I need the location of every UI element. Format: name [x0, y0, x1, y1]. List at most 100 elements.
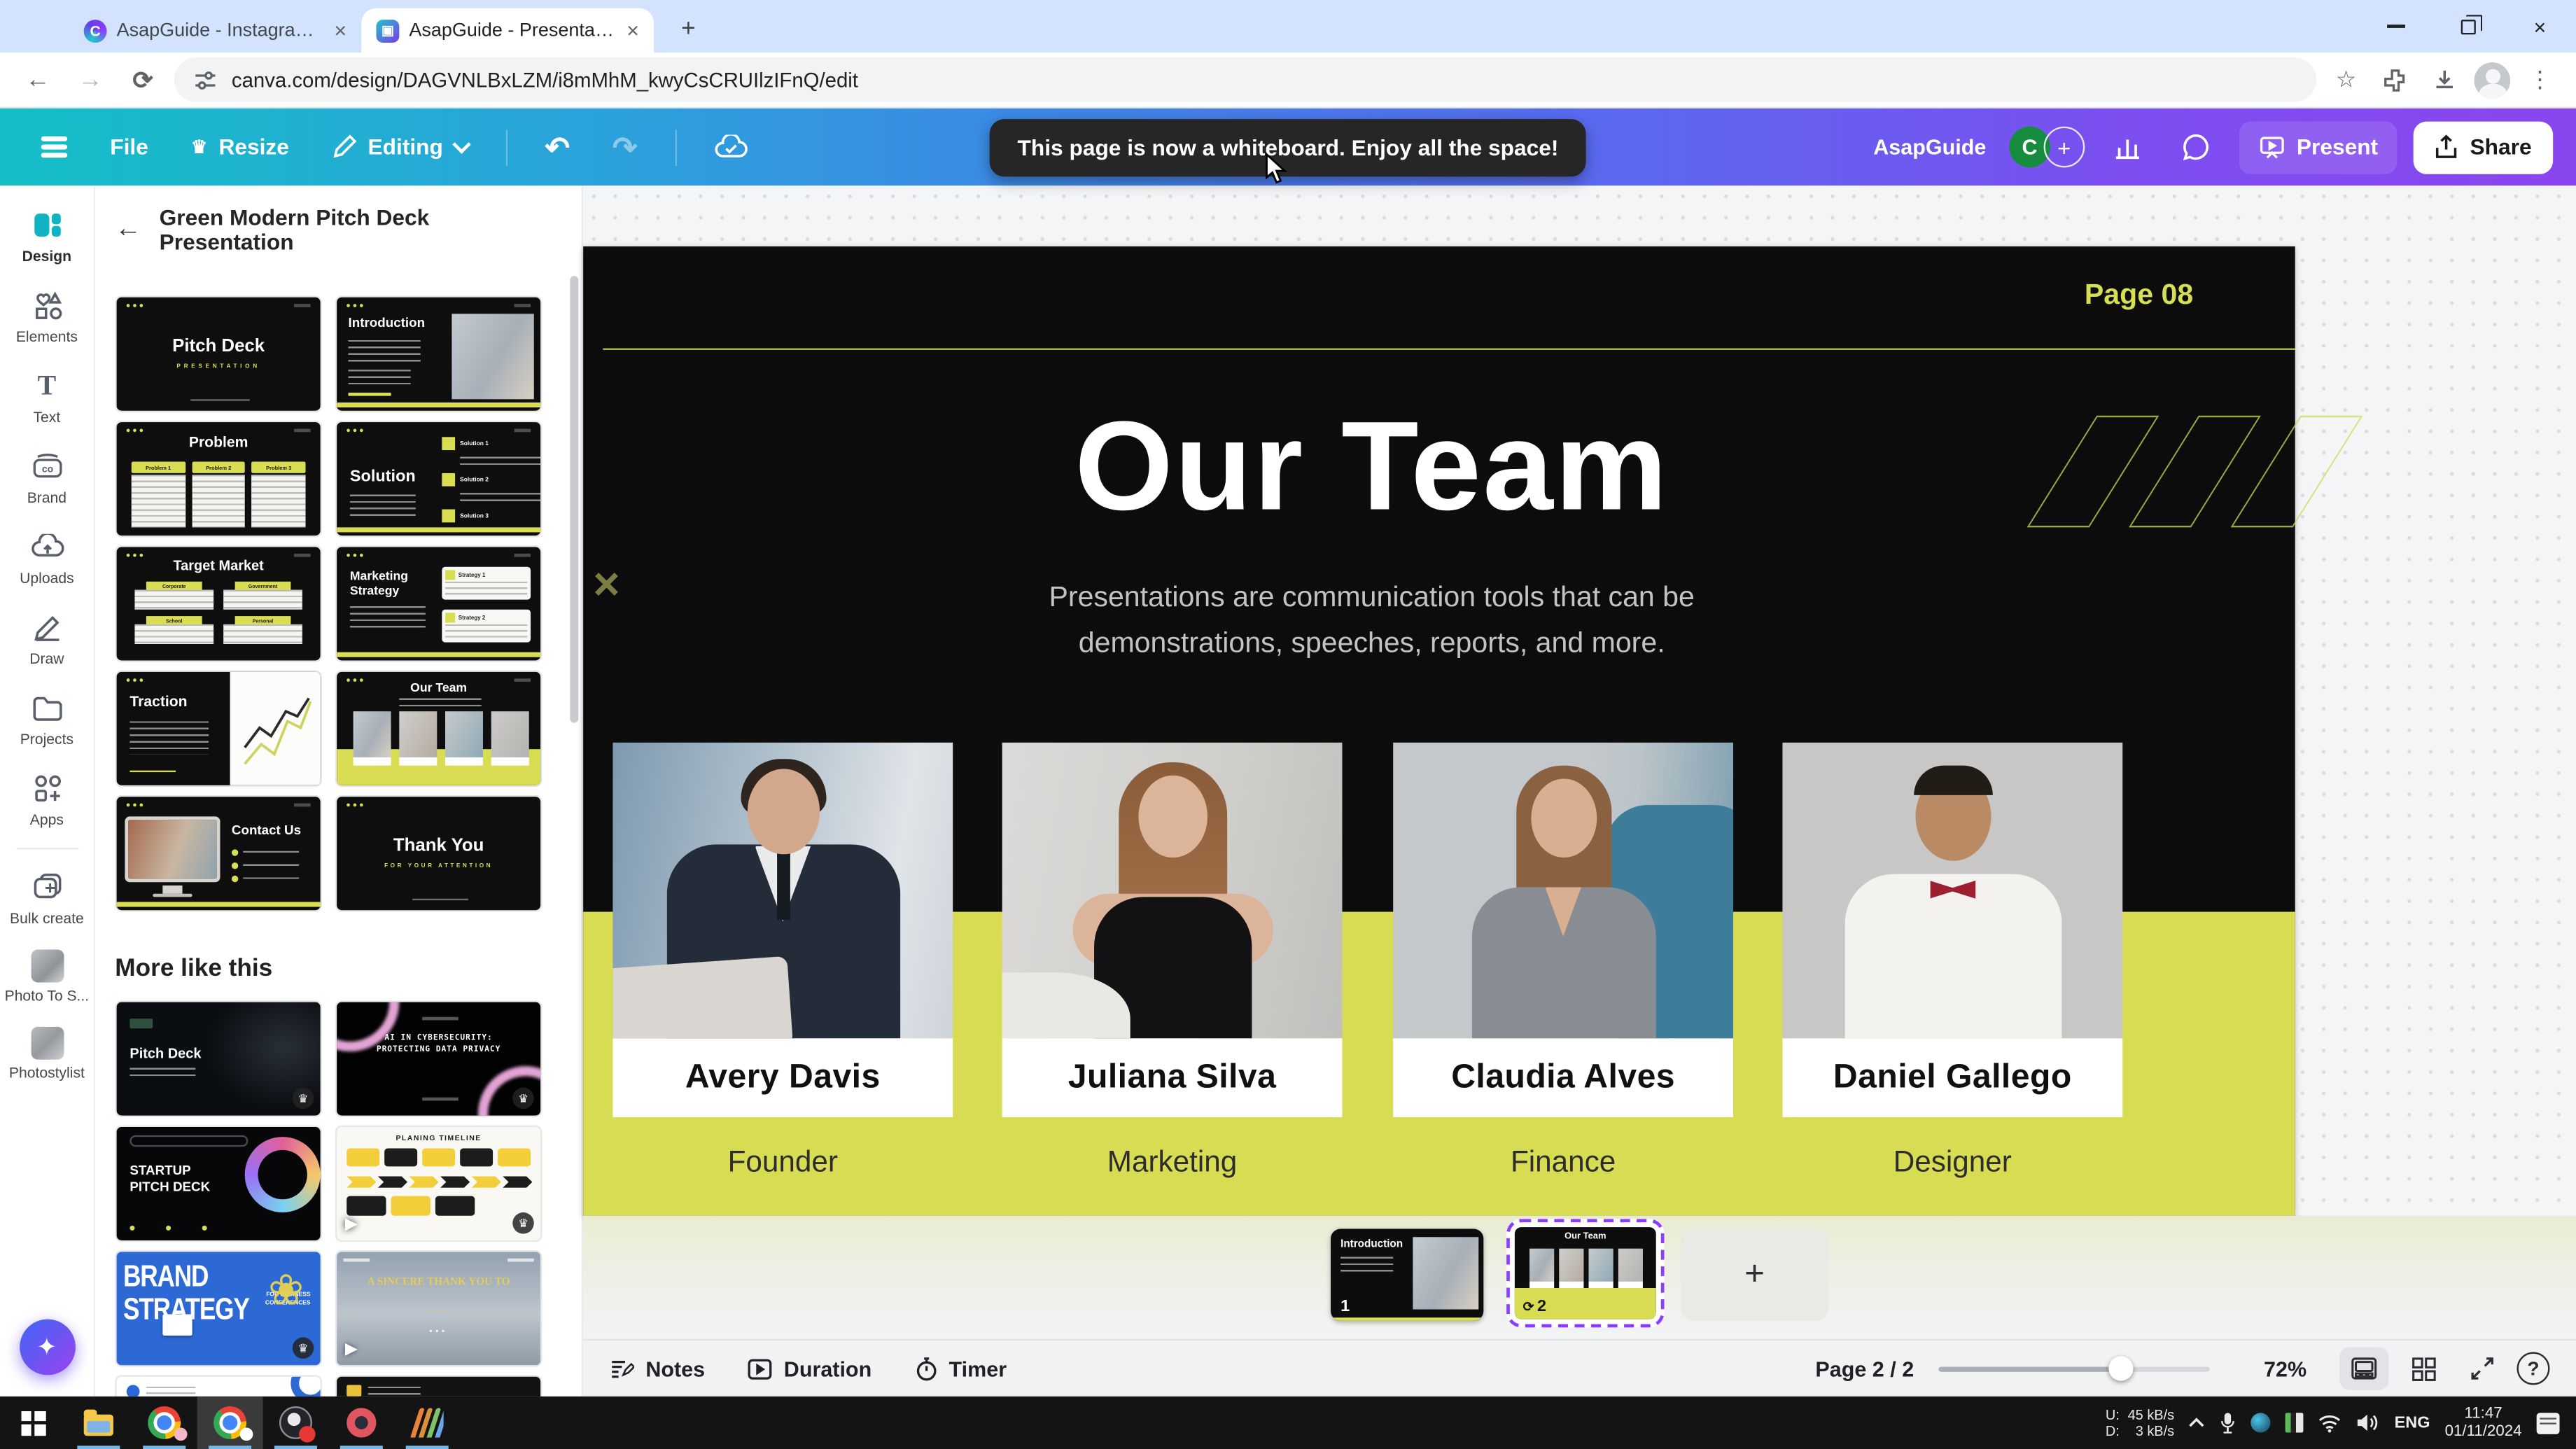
restore-button[interactable]	[2431, 0, 2503, 52]
sidebar-item-elements[interactable]: Elements	[1, 276, 92, 356]
member-role[interactable]: Designer	[1782, 1145, 2122, 1180]
team-card-claudia[interactable]: Claudia Alves	[1393, 743, 1733, 1117]
sidebar-item-photostylist[interactable]: Photostylist	[1, 1015, 92, 1092]
fullscreen-button[interactable]	[2458, 1347, 2507, 1390]
timer-button[interactable]: Timer	[914, 1356, 1007, 1380]
template-thumb-our-team[interactable]: Our Team	[335, 671, 542, 788]
member-role[interactable]: Finance	[1393, 1145, 1733, 1180]
member-role[interactable]: Founder	[612, 1145, 953, 1180]
panel-scrollbar[interactable]	[570, 276, 578, 722]
main-menu-icon[interactable]	[23, 121, 85, 174]
address-bar[interactable]: canva.com/design/DAGVNLBxLZM/i8mMhM_kwyC…	[174, 57, 2316, 102]
magic-assistant-button[interactable]: ✦	[19, 1320, 75, 1376]
add-page-button[interactable]: +	[1681, 1229, 1828, 1321]
team-card-daniel[interactable]: Daniel Gallego	[1782, 743, 2122, 1117]
tab-instagram-post[interactable]: C AsapGuide - Instagram Post - C ×	[69, 8, 362, 52]
wifi-icon[interactable]	[2319, 1414, 2342, 1432]
sidebar-item-bulk-create[interactable]: Bulk create	[1, 858, 92, 938]
browser-menu-icon[interactable]: ⋮	[2520, 60, 2559, 99]
slide-page-label[interactable]: Page 08	[2085, 278, 2193, 312]
taskbar-recorder[interactable]	[328, 1396, 394, 1449]
share-button[interactable]: Share	[2414, 121, 2553, 174]
taskbar-media-app[interactable]	[394, 1396, 460, 1449]
file-menu[interactable]: File	[92, 121, 166, 174]
more-thumb-ai-cybersecurity[interactable]: AI IN CYBERSECURITY: PROTECTING DATA PRI…	[335, 1000, 542, 1117]
page-thumb-1[interactable]: Introduction 1	[1331, 1229, 1483, 1321]
sidebar-item-brand[interactable]: co Brand	[1, 437, 92, 517]
sidebar-item-projects[interactable]: Projects	[1, 678, 92, 759]
minimize-button[interactable]	[2359, 0, 2431, 52]
template-thumb-partial[interactable]	[115, 1375, 322, 1396]
more-thumb-sincere-thank-you[interactable]: A SINCERE THANK YOU TO ~ ~ ~ ••• ▶	[335, 1250, 542, 1367]
template-thumb-thank-you[interactable]: Thank You For Your Attention	[335, 795, 542, 912]
more-thumb-startup-pitch-deck[interactable]: STARTUP PITCH DECK	[115, 1126, 322, 1242]
slide-canvas[interactable]: Page 08 × Our Team Presentations are com…	[583, 246, 2295, 1216]
sidebar-item-photo-to-sketch[interactable]: Photo To S...	[1, 938, 92, 1015]
zoom-slider-thumb[interactable]	[2108, 1356, 2132, 1380]
tab-close-icon[interactable]: ×	[334, 18, 346, 43]
profile-avatar[interactable]	[2474, 62, 2510, 98]
more-thumb-pitch-deck[interactable]: Pitch Deck ♛	[115, 1000, 322, 1117]
language-indicator[interactable]: ENG	[2395, 1414, 2430, 1432]
template-thumb-introduction[interactable]: Introduction	[335, 295, 542, 412]
canvas-workspace[interactable]: Page 08 × Our Team Presentations are com…	[583, 186, 2576, 1396]
template-thumb-pitch-deck[interactable]: Pitch Deck Presentation	[115, 295, 322, 412]
forward-icon[interactable]: →	[69, 58, 112, 101]
template-thumb-contact-us[interactable]: Contact Us	[115, 795, 322, 912]
taskbar-file-explorer[interactable]	[66, 1396, 132, 1449]
tray-expand-icon[interactable]	[2189, 1418, 2205, 1427]
extensions-icon[interactable]	[2376, 60, 2415, 99]
undo-button[interactable]: ↶	[527, 121, 588, 174]
taskbar-chrome-2[interactable]	[197, 1396, 263, 1449]
sidebar-item-uploads[interactable]: Uploads	[1, 517, 92, 598]
bookmark-star-icon[interactable]: ☆	[2326, 60, 2365, 99]
slide-x-decoration[interactable]: ×	[593, 562, 620, 608]
sidebar-item-apps[interactable]: Apps	[1, 759, 92, 839]
tray-app-icon[interactable]	[2286, 1413, 2304, 1432]
tab-presentation[interactable]: ▣ AsapGuide - Presentation - Can ×	[361, 8, 654, 52]
clock[interactable]: 11:47 01/11/2024	[2445, 1405, 2522, 1441]
close-button[interactable]: ×	[2504, 0, 2576, 52]
microphone-icon[interactable]	[2220, 1411, 2236, 1434]
template-thumb-marketing-strategy[interactable]: Marketing Strategy Strategy 1 Strategy 2	[335, 545, 542, 662]
present-button[interactable]: Present	[2239, 121, 2398, 174]
notes-button[interactable]: Notes	[610, 1356, 705, 1380]
taskbar-chrome-1[interactable]	[132, 1396, 197, 1449]
notification-center-icon[interactable]	[2537, 1412, 2560, 1434]
taskbar-obs[interactable]	[263, 1396, 329, 1449]
redo-button[interactable]: ↷	[594, 121, 655, 174]
insights-icon[interactable]	[2101, 121, 2154, 174]
refresh-icon[interactable]: ⟳	[122, 58, 164, 101]
template-thumb-traction[interactable]: Traction	[115, 671, 322, 788]
more-thumb-planning-timeline[interactable]: PLANING TIMELINE ▶ ♛	[335, 1126, 542, 1242]
comments-icon[interactable]	[2170, 121, 2222, 174]
sidebar-item-draw[interactable]: Draw	[1, 598, 92, 678]
zoom-slider[interactable]	[1938, 1366, 2209, 1371]
tray-app-blue-icon[interactable]	[2251, 1413, 2271, 1432]
download-icon[interactable]	[2425, 60, 2464, 99]
editing-mode-dropdown[interactable]: Editing	[314, 121, 486, 174]
volume-icon[interactable]	[2357, 1413, 2380, 1432]
start-button[interactable]	[0, 1396, 66, 1449]
sidebar-item-text[interactable]: T Text	[1, 356, 92, 437]
duration-button[interactable]: Duration	[748, 1356, 872, 1380]
slide-title[interactable]: Our Team	[813, 394, 1931, 540]
more-thumb-brand-strategy[interactable]: BRAND STRATEGY FOR BUSINESS CONFERENCES …	[115, 1250, 322, 1367]
member-role[interactable]: Marketing	[1002, 1145, 1343, 1180]
grid-view-button[interactable]	[2399, 1347, 2448, 1390]
page-thumb-2-selected[interactable]: Our Team ⟳2	[1506, 1219, 1664, 1327]
team-card-juliana[interactable]: Juliana Silva	[1002, 743, 1343, 1117]
template-thumb-solution[interactable]: Solution Solution 1 Solution 2 Solution …	[335, 421, 542, 538]
new-tab-button[interactable]: +	[667, 6, 710, 49]
back-icon[interactable]: ←	[115, 215, 141, 244]
pages-view-button[interactable]	[2339, 1347, 2388, 1390]
back-icon[interactable]: ←	[16, 58, 59, 101]
tab-close-icon[interactable]: ×	[626, 18, 639, 43]
slide-subtitle[interactable]: Presentations are communication tools th…	[846, 575, 1898, 665]
help-button[interactable]: ?	[2517, 1352, 2550, 1385]
template-thumb-target-market[interactable]: Target Market Corporate Government Schoo…	[115, 545, 322, 662]
resize-button[interactable]: ♛ Resize	[173, 121, 307, 174]
template-thumb-partial[interactable]	[335, 1375, 542, 1396]
add-member-button[interactable]: +	[2043, 127, 2085, 168]
template-thumb-problem[interactable]: Problem Problem 1 Problem 2 Problem 3	[115, 421, 322, 538]
